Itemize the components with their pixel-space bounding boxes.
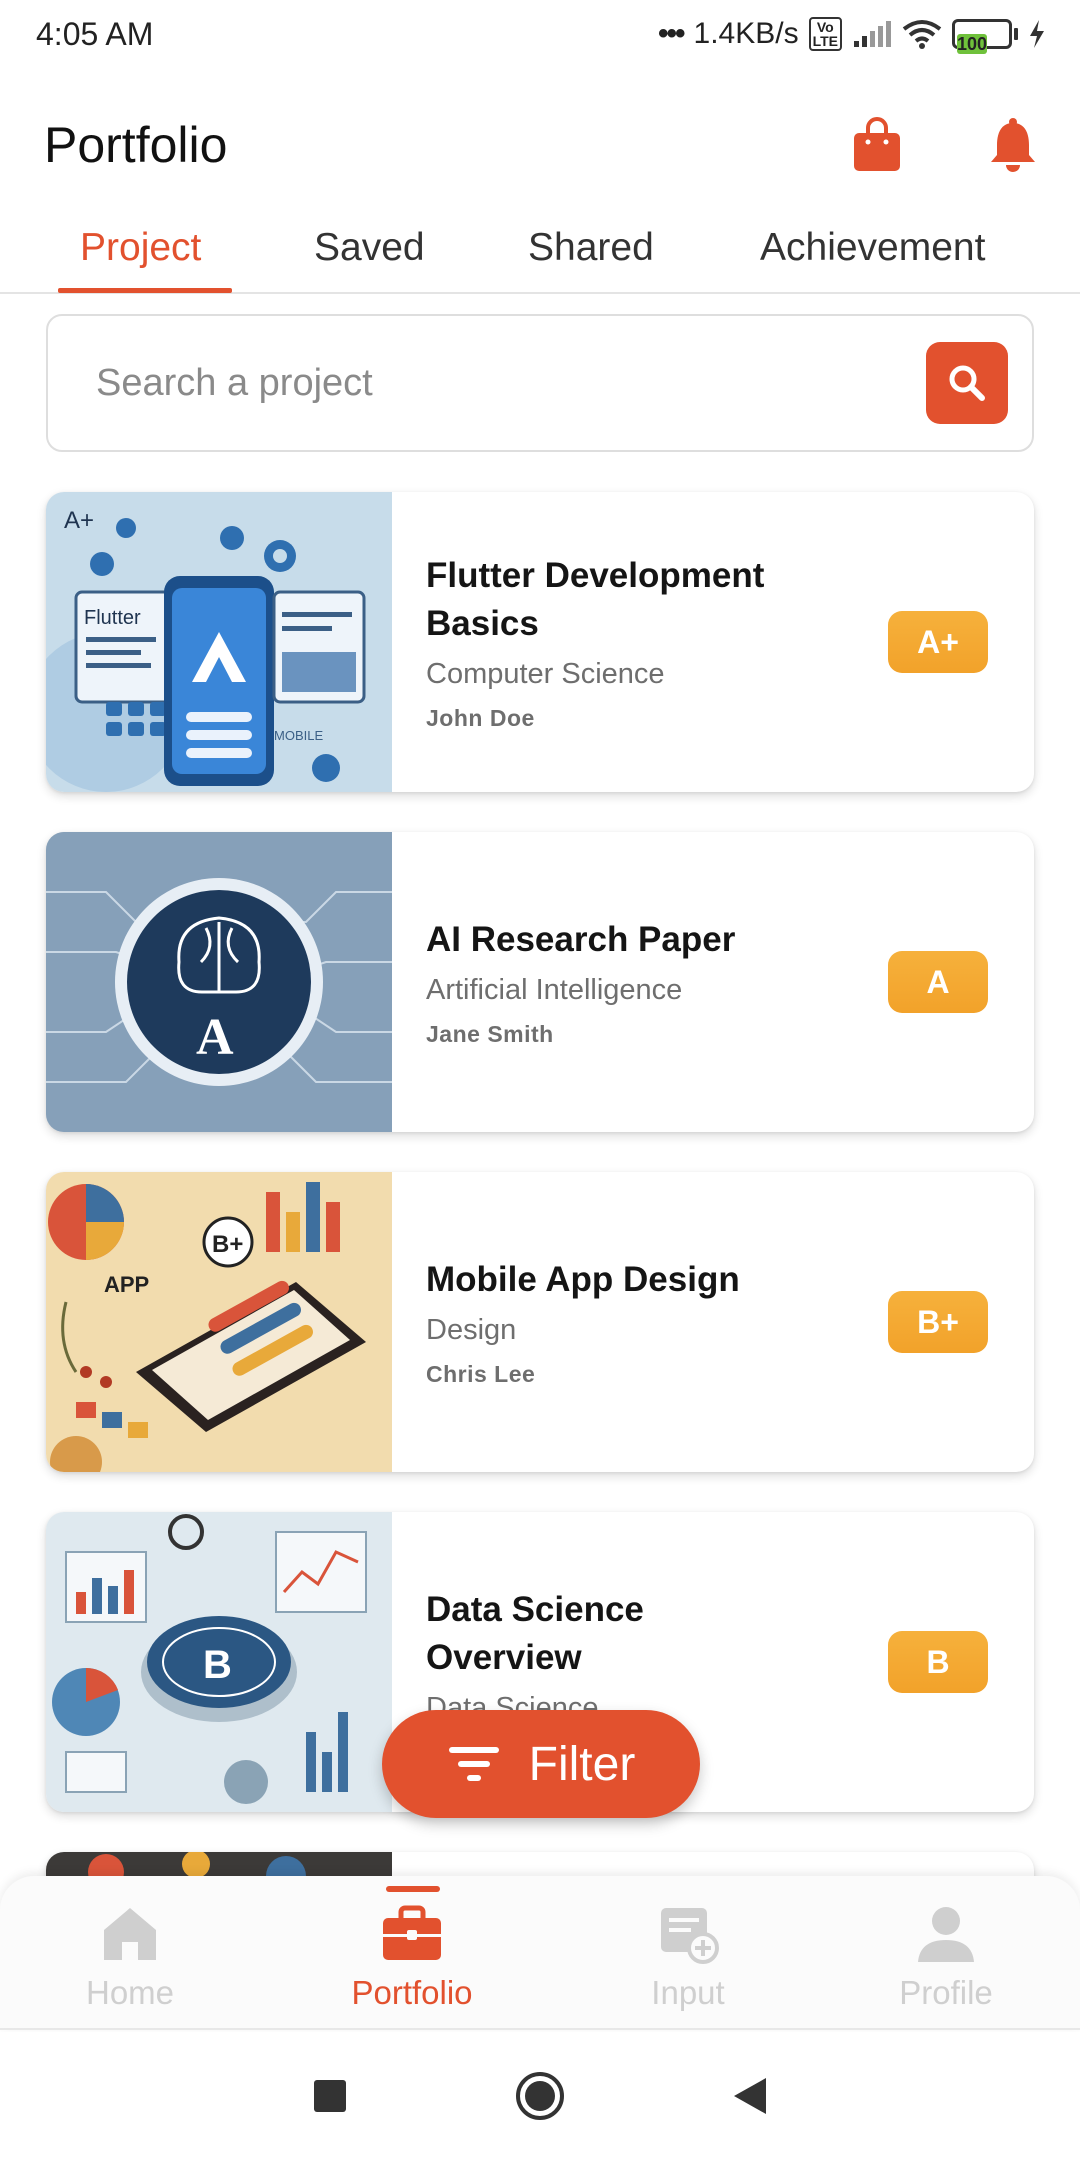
active-tab-indicator [58,288,232,293]
network-speed: 1.4KB/s [693,17,799,50]
svg-text:APP: APP [104,1272,149,1297]
battery-icon: 100 [952,19,1018,54]
more-dots-icon: ••• [658,17,685,50]
grade-badge: B [888,1631,988,1693]
square-icon [314,2080,346,2112]
page-title: Portfolio [44,117,228,173]
project-title: AI Research Paper [426,920,736,959]
project-thumbnail: A [46,832,392,1132]
project-thumbnail: B [46,1512,392,1812]
battery-level: 100 [957,34,988,54]
project-thumbnail: Flutter MOBILE A+ [46,492,392,792]
nav-input[interactable]: Input [588,1902,788,2012]
tab-achievement[interactable]: Achievement [760,226,985,270]
wifi-icon [902,20,942,49]
recent-apps-button[interactable] [300,2066,360,2126]
project-thumbnail: B+ APP [46,1172,392,1472]
project-card-body: Flutter Development Basics Computer Scie… [392,492,1034,792]
search-icon [949,365,985,401]
project-card[interactable]: A AI Research Paper Artificial Intellige… [46,832,1034,1132]
signal-icon [854,21,891,47]
search-button[interactable] [926,342,1008,424]
back-triangle-icon [734,2078,766,2114]
nav-profile-label: Profile [899,1974,993,2011]
svg-text:B: B [203,1643,232,1687]
project-info: AI Research Paper Artificial Intelligenc… [426,916,735,1048]
svg-text:B+: B+ [212,1231,243,1258]
project-card-body: Mobile App Design Design Chris Lee B+ [392,1172,1034,1472]
project-title: Flutter Development Basics [426,556,765,643]
project-card[interactable]: Flutter MOBILE A+ Flutter Development Ba… [46,492,1034,792]
grade-badge: A+ [888,611,988,673]
system-navigation-bar [0,2032,1080,2160]
search-input[interactable]: Search a project [46,314,1034,452]
status-time: 4:05 AM [36,15,154,52]
tab-project[interactable]: Project [80,226,201,270]
project-subject: Computer Science [426,658,665,690]
search-placeholder: Search a project [96,361,373,404]
project-card-body: AI Research Paper Artificial Intelligenc… [392,832,1034,1132]
nav-home-label: Home [85,1974,175,2011]
project-subject: Design [426,1314,517,1346]
nav-portfolio-label: Portfolio [351,1974,473,2011]
nav-profile[interactable]: Profile [846,1902,1046,2012]
app-header: Portfolio [0,100,1080,190]
status-indicators: ••• 1.4KB/s Vo LTE 100 [658,17,1046,54]
person-icon [914,1902,978,1966]
svg-text:Flutter: Flutter [84,607,141,629]
project-info: Mobile App Design Design Chris Lee [426,1256,740,1388]
svg-text:MOBILE: MOBILE [274,728,323,743]
project-subject: Artificial Intelligence [426,974,683,1006]
project-title: Data Science Overview [426,1589,644,1677]
home-icon [98,1902,162,1966]
volte-icon: Vo LTE [808,17,842,51]
project-title: Mobile App Design [426,1260,740,1299]
svg-text:A+: A+ [64,507,94,534]
grade-badge: B+ [888,1291,988,1353]
nav-portfolio[interactable]: Portfolio [312,1902,512,2012]
tab-shared[interactable]: Shared [528,226,654,270]
filter-button[interactable]: Filter [382,1710,700,1818]
tab-bar: Project Saved Shared Achievement [0,210,1080,294]
nav-home[interactable]: Home [30,1902,230,2012]
briefcase-icon [380,1902,444,1966]
circle-icon [516,2072,564,2120]
header-actions [850,116,1040,174]
bell-icon[interactable] [986,116,1040,174]
home-system-button[interactable] [510,2066,570,2126]
filter-label: Filter [528,1737,636,1791]
active-nav-indicator [386,1886,440,1892]
project-author: Jane Smith [426,1021,554,1047]
tab-saved[interactable]: Saved [314,226,425,270]
svg-text:A: A [196,1009,234,1066]
grade-badge: A [888,951,988,1013]
add-document-icon [656,1902,720,1966]
shopping-bag-icon[interactable] [850,116,904,174]
status-bar: 4:05 AM ••• 1.4KB/s Vo LTE 100 [0,0,1080,68]
project-author: Chris Lee [426,1361,536,1387]
back-button[interactable] [720,2066,780,2126]
bottom-navigation: Home Portfolio Input Profile [0,1876,1080,2030]
nav-input-label: Input [651,1974,725,2011]
filter-icon [448,1747,499,1781]
project-card[interactable]: B+ APP Mobile App Design Design Chris Le… [46,1172,1034,1472]
project-info: Flutter Development Basics Computer Scie… [426,552,796,732]
charging-icon [1030,20,1044,48]
project-author: John Doe [426,705,535,731]
